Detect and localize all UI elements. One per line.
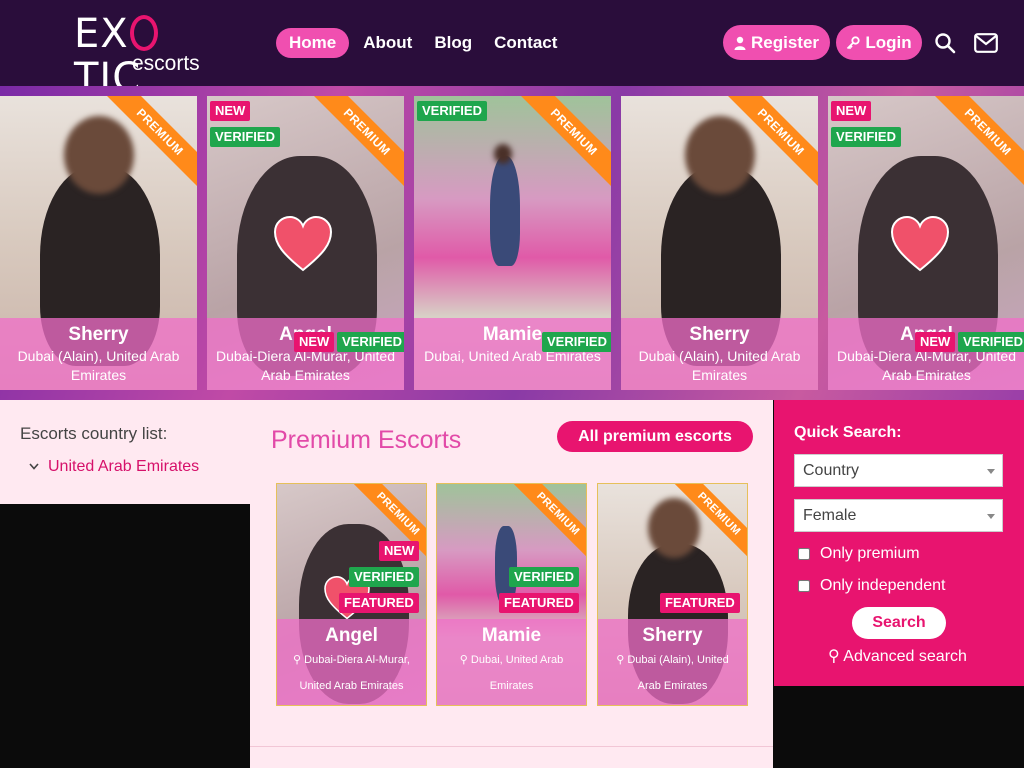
carousel-card[interactable]: PREMIUM VERIFIED Mamie Dubai, United Ara… [414,96,611,390]
profile-location: Dubai (Alain), United Arab Emirates [638,348,801,383]
only-independent-checkbox[interactable] [798,580,810,592]
caret-down-icon [987,469,995,474]
country-select-value: Country [803,462,860,479]
card-info: Mamie ⚲ Dubai, United Arab Emirates [437,619,586,705]
premium-card[interactable]: PREMIUM VERIFIED FEATURED Mamie ⚲ Dubai,… [436,483,587,706]
caret-down-icon [987,514,995,519]
section-divider [250,746,773,747]
site-header: EXTIC escorts Home About Blog Contact Re… [0,0,1024,100]
register-label: Register [750,32,820,52]
only-independent-option: Only independent [798,577,945,595]
card-info: Angel ⚲ Dubai-Diera Al-Murar, United Ara… [277,619,426,705]
premium-section: Premium Escorts All premium escorts PREM… [250,400,773,768]
location-text: Dubai (Alain), United Arab Emirates [627,654,729,692]
featured-badge: FEATURED [660,593,740,613]
gender-select-value: Female [803,507,857,524]
main-nav: Home About Blog Contact [276,28,579,58]
profile-name: Sherry [689,324,750,345]
new-badge: NEW [210,101,251,121]
carousel-card[interactable]: PREMIUM NEW VERIFIED Angel Dubai-Diera A… [207,96,404,390]
card-info: Angel Dubai-Diera Al-Murar, United Arab … [207,318,404,390]
profile-name: Mamie [481,625,542,646]
featured-badge: FEATURED [339,593,419,613]
logo-subtitle: escorts [132,52,200,75]
verified-badge: VERIFIED [210,127,280,147]
logo-text-start: EX [74,11,129,57]
profile-name: Angel [325,625,378,646]
country-link-uae[interactable]: United Arab Emirates [48,458,199,476]
card-info: Sherry ⚲ Dubai (Alain), United Arab Emir… [598,619,747,705]
advanced-search-label: Advanced search [843,648,967,665]
verified-badge: VERIFIED [337,332,404,352]
login-label: Login [865,32,912,52]
verified-badge: VERIFIED [958,332,1024,352]
gender-select[interactable]: Female [794,499,1003,532]
search-button[interactable]: Search [852,607,946,639]
premium-card[interactable]: PREMIUM NEW VERIFIED FEATURED Angel ⚲ Du… [276,483,427,706]
new-badge: NEW [831,101,872,121]
site-logo[interactable]: EXTIC escorts [74,11,214,100]
advanced-search-link[interactable]: ⚲ Advanced search [828,646,967,666]
card-info: Sherry Dubai (Alain), United Arab Emirat… [0,318,197,390]
card-info: Angel Dubai-Diera Al-Murar, United Arab … [828,318,1024,390]
quick-search-title: Quick Search: [794,424,902,441]
profile-location: ⚲ Dubai, United Arab Emirates [437,647,586,699]
verified-badge: VERIFIED [831,127,901,147]
country-list-title: Escorts country list: [20,424,168,443]
mail-icon[interactable] [974,33,998,53]
nav-about[interactable]: About [363,33,412,53]
verified-badge: VERIFIED [542,332,611,352]
featured-carousel: PREMIUM Sherry Dubai (Alain), United Ara… [0,86,1024,400]
search-icon[interactable] [934,32,956,54]
key-icon: ⚲ [828,648,840,665]
all-premium-button[interactable]: All premium escorts [557,421,753,452]
carousel-card[interactable]: PREMIUM Sherry Dubai (Alain), United Ara… [621,96,818,390]
location-pin-icon: ⚲ [459,654,471,666]
carousel-card[interactable]: PREMIUM NEW VERIFIED Angel Dubai-Diera A… [828,96,1024,390]
new-badge: NEW [915,332,956,352]
quick-search-panel: Quick Search: Country Female Only premiu… [774,400,1024,686]
carousel-card[interactable]: PREMIUM Sherry Dubai (Alain), United Ara… [0,96,197,390]
only-premium-label: Only premium [820,545,920,562]
profile-location: ⚲ Dubai-Diera Al-Murar, United Arab Emir… [277,647,426,699]
only-premium-option: Only premium [798,545,920,563]
verified-badge: VERIFIED [509,567,579,587]
new-badge: NEW [294,332,335,352]
new-badge: NEW [379,541,420,561]
profile-location: Dubai-Diera Al-Murar, United Arab Emirat… [837,348,1016,383]
profile-name: Sherry [642,625,703,646]
user-icon [734,36,746,50]
login-button[interactable]: Login [836,25,922,60]
location-pin-icon: ⚲ [293,654,305,666]
featured-badge: FEATURED [499,593,579,613]
nav-blog[interactable]: Blog [434,33,472,53]
only-premium-checkbox[interactable] [798,548,810,560]
nav-home[interactable]: Home [276,28,350,58]
country-select[interactable]: Country [794,454,1003,487]
nav-contact[interactable]: Contact [494,33,557,53]
section-title: Premium Escorts [271,426,462,454]
country-sidebar: Escorts country list: United Arab Emirat… [0,400,250,504]
logo-o-mark [129,15,158,51]
profile-location: ⚲ Dubai (Alain), United Arab Emirates [598,647,747,699]
profile-name: Sherry [68,324,129,345]
verified-badge: VERIFIED [349,567,419,587]
profile-location: Dubai-Diera Al-Murar, United Arab Emirat… [216,348,395,383]
chevron-down-icon[interactable] [29,463,39,470]
profile-location: Dubai (Alain), United Arab Emirates [17,348,180,383]
register-button[interactable]: Register [723,25,830,60]
location-pin-icon: ⚲ [616,654,628,666]
heart-icon [273,216,333,272]
location-text: Dubai-Diera Al-Murar, United Arab Emirat… [299,654,410,692]
heart-icon [890,216,950,272]
card-info: Sherry Dubai (Alain), United Arab Emirat… [621,318,818,390]
key-icon [847,35,860,49]
premium-card[interactable]: PREMIUM FEATURED Sherry ⚲ Dubai (Alain),… [597,483,748,706]
verified-badge: VERIFIED [417,101,487,121]
card-info: Mamie Dubai, United Arab Emirates [414,318,611,390]
only-independent-label: Only independent [820,577,946,594]
location-text: Dubai, United Arab Emirates [470,654,564,692]
